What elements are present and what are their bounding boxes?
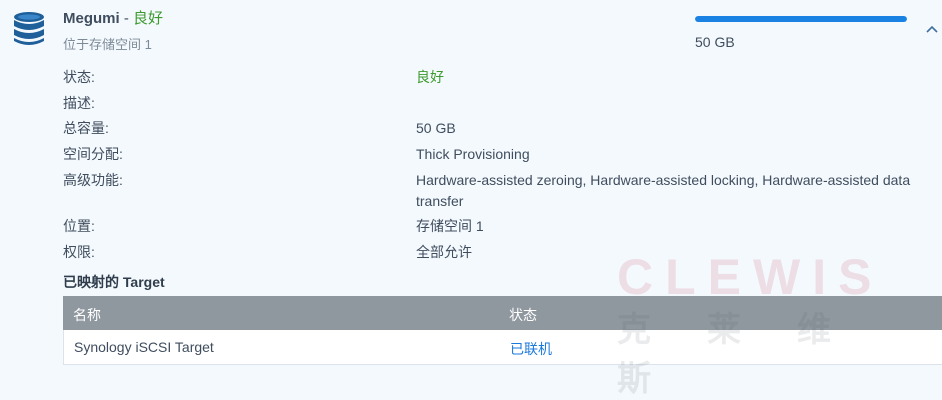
- detail-label: 描述:: [63, 95, 95, 111]
- mapped-targets-table: 名称 状态 Synology iSCSI Target 已联机: [63, 296, 942, 365]
- detail-value-advanced-features: Hardware-assisted zeroing, Hardware-assi…: [416, 172, 911, 209]
- detail-label: 权限:: [63, 244, 95, 260]
- table-header: 名称 状态: [63, 296, 942, 330]
- lun-title-separator: -: [123, 10, 129, 27]
- lun-location: 位于存储空间 1: [63, 37, 152, 52]
- capacity-usage-bar: [695, 16, 907, 22]
- chevron-up-icon[interactable]: [924, 22, 940, 36]
- capacity-usage-fill: [695, 16, 907, 22]
- capacity-text: 50 GB: [695, 34, 735, 50]
- detail-value-permission: 全部允许: [416, 244, 472, 260]
- detail-label: 空间分配:: [63, 146, 123, 162]
- detail-label: 位置:: [63, 218, 95, 234]
- column-header-name[interactable]: 名称: [73, 305, 101, 325]
- detail-label: 总容量:: [63, 120, 109, 136]
- detail-value-status: 良好: [416, 69, 444, 85]
- mapped-targets-title: 已映射的 Target: [63, 274, 165, 290]
- lun-status: 良好: [133, 10, 164, 27]
- lun-name: Megumi: [63, 10, 120, 27]
- detail-label: 高级功能:: [63, 172, 123, 188]
- target-name: Synology iSCSI Target: [74, 339, 214, 355]
- lun-title: Megumi - 良好: [63, 9, 163, 29]
- target-status: 已联机: [510, 341, 552, 357]
- database-icon: [14, 12, 44, 45]
- detail-value-location: 存储空间 1: [416, 218, 484, 234]
- detail-value-space-allocation: Thick Provisioning: [416, 146, 530, 162]
- detail-value-total-capacity: 50 GB: [416, 120, 456, 136]
- table-row[interactable]: Synology iSCSI Target 已联机: [63, 330, 942, 365]
- column-header-status[interactable]: 状态: [509, 305, 537, 325]
- detail-label: 状态:: [63, 69, 95, 85]
